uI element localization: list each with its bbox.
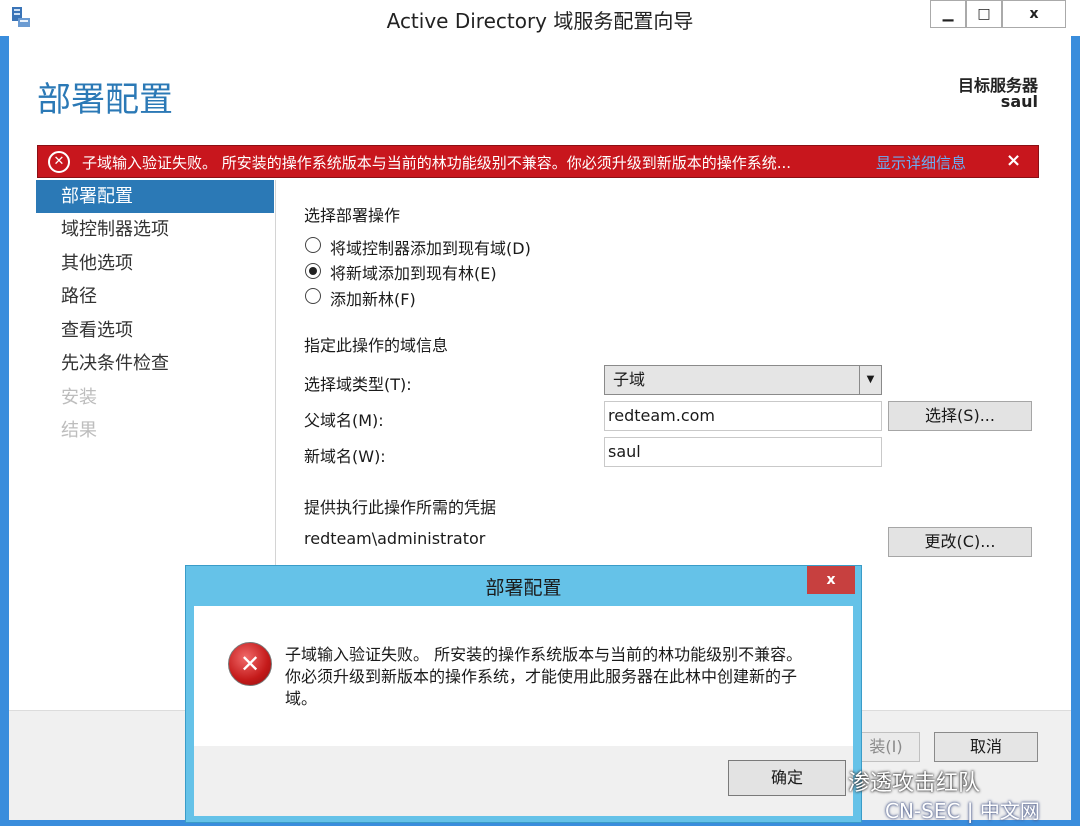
parent-domain-label: 父域名(M): bbox=[304, 411, 384, 430]
target-server-name: saul bbox=[1000, 92, 1038, 111]
radio-label-add-new-forest[interactable]: 添加新林(F) bbox=[330, 286, 416, 310]
parent-domain-input[interactable]: redteam.com bbox=[604, 401, 882, 431]
watermark-site: CN-SEC | 中文网 bbox=[885, 799, 1040, 823]
sidebar-item-prerequisites-check[interactable]: 先决条件检查 bbox=[36, 347, 274, 380]
dialog-body: ✕ 子域输入验证失败。 所安装的操作系统版本与当前的林功能级别不兼容。你必须升级… bbox=[194, 606, 853, 746]
cancel-button[interactable]: 取消 bbox=[934, 732, 1038, 762]
new-domain-label: 新域名(W): bbox=[304, 447, 386, 466]
radio-add-dc-to-domain[interactable] bbox=[305, 237, 321, 253]
sidebar-item-installation: 安装 bbox=[61, 387, 97, 408]
error-message: 子域输入验证失败。 所安装的操作系统版本与当前的林功能级别不兼容。你必须升级到新… bbox=[82, 154, 792, 172]
maximize-button[interactable]: □ bbox=[966, 0, 1002, 28]
sidebar-item-results: 结果 bbox=[61, 420, 97, 441]
watermark-wechat: 渗透攻击红队 bbox=[848, 771, 981, 796]
domain-info-heading: 指定此操作的域信息 bbox=[304, 336, 449, 355]
error-notification-bar: ✕ 子域输入验证失败。 所安装的操作系统版本与当前的林功能级别不兼容。你必须升级… bbox=[37, 145, 1039, 178]
error-circle-icon: ✕ bbox=[48, 151, 70, 173]
window-title: Active Directory 域服务配置向导 bbox=[386, 9, 694, 33]
dialog-title: 部署配置 bbox=[485, 577, 562, 599]
sidebar-item-additional-options[interactable]: 其他选项 bbox=[36, 247, 274, 280]
credentials-heading: 提供执行此操作所需的凭据 bbox=[304, 498, 497, 517]
ok-button[interactable]: 确定 bbox=[728, 760, 846, 796]
dismiss-error-button[interactable]: × bbox=[1006, 150, 1021, 171]
sidebar-item-paths[interactable]: 路径 bbox=[36, 280, 274, 313]
dialog-footer: 确定 bbox=[194, 746, 853, 816]
domain-type-label: 选择域类型(T): bbox=[304, 375, 412, 394]
select-parent-domain-button[interactable]: 选择(S)... bbox=[888, 401, 1032, 431]
deploy-operation-heading: 选择部署操作 bbox=[304, 206, 401, 225]
show-details-link[interactable]: 显示详细信息 bbox=[876, 152, 966, 173]
dialog-close-button[interactable]: x bbox=[807, 566, 855, 594]
domain-type-select[interactable]: 子域 ▼ bbox=[604, 365, 882, 395]
new-domain-input[interactable]: saul bbox=[604, 437, 882, 467]
error-dialog: 部署配置 x ✕ 子域输入验证失败。 所安装的操作系统版本与当前的林功能级别不兼… bbox=[185, 565, 862, 823]
radio-add-new-forest[interactable] bbox=[305, 288, 321, 304]
sidebar-item-deployment-config[interactable]: 部署配置 bbox=[36, 180, 274, 213]
radio-label-add-dc-to-domain[interactable]: 将域控制器添加到现有域(D) bbox=[330, 235, 531, 259]
radio-add-domain-to-forest[interactable] bbox=[305, 263, 321, 279]
install-button[interactable]: 装(I) bbox=[852, 732, 920, 762]
sidebar-item-review-options[interactable]: 查看选项 bbox=[36, 314, 274, 347]
dialog-message: 子域输入验证失败。 所安装的操作系统版本与当前的林功能级别不兼容。你必须升级到新… bbox=[285, 645, 803, 708]
change-credentials-button[interactable]: 更改(C)... bbox=[888, 527, 1032, 557]
domain-type-value: 子域 bbox=[613, 370, 646, 389]
radio-label-add-domain-to-forest[interactable]: 将新域添加到现有林(E) bbox=[330, 260, 497, 284]
credentials-value: redteam\administrator bbox=[304, 529, 486, 548]
minimize-button[interactable]: ▁ bbox=[930, 0, 966, 28]
error-icon: ✕ bbox=[228, 642, 272, 686]
close-button[interactable]: x bbox=[1002, 0, 1066, 28]
page-title: 部署配置 bbox=[37, 80, 173, 120]
title-bar[interactable]: Active Directory 域服务配置向导 ▁ □ x bbox=[0, 0, 1080, 36]
sidebar-item-dc-options[interactable]: 域控制器选项 bbox=[36, 213, 274, 246]
chevron-down-icon[interactable]: ▼ bbox=[859, 366, 881, 394]
